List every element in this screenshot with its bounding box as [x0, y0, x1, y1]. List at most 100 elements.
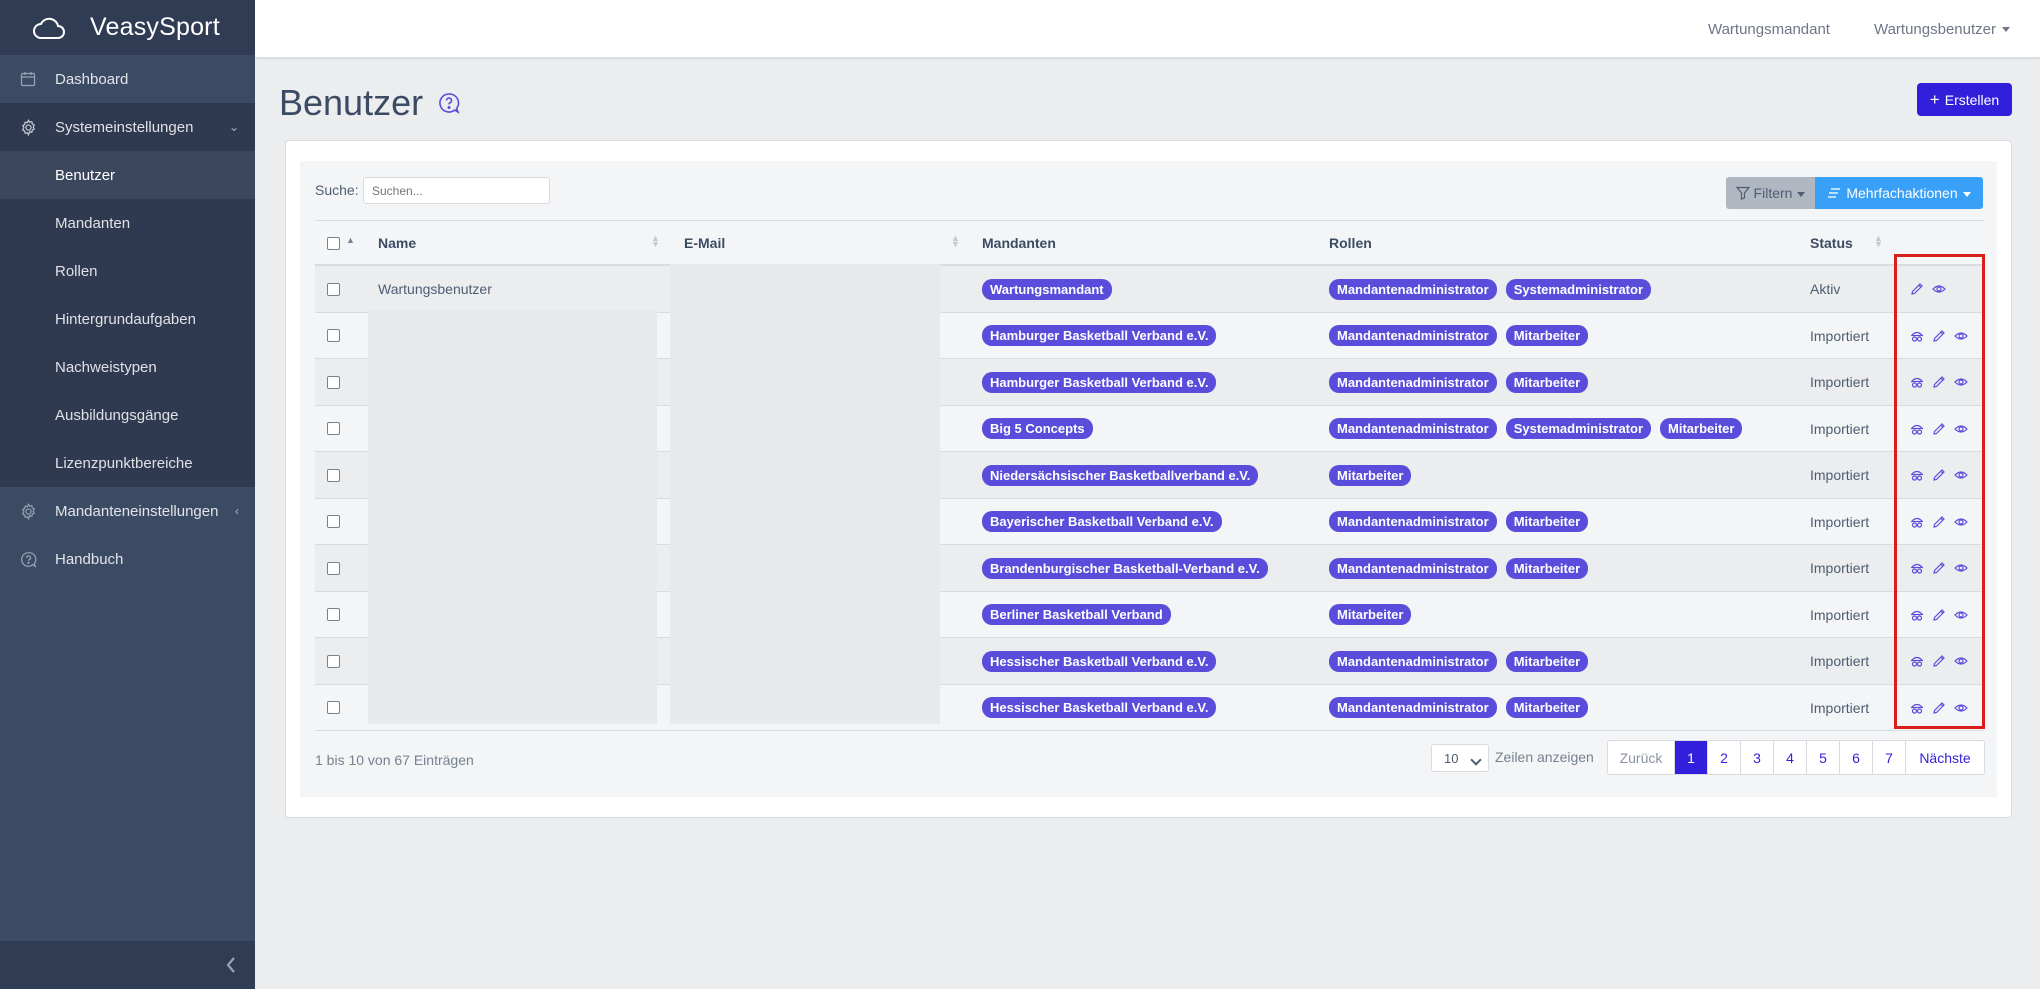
pencil-icon[interactable] [1910, 282, 1924, 296]
sidebar-item-mandanten[interactable]: Mandanten [0, 199, 255, 247]
sort-icon[interactable]: ▲ ▼ [1874, 234, 1883, 249]
cell-status: Importiert [1810, 653, 1870, 669]
help-icon[interactable] [437, 91, 461, 115]
row-checkbox[interactable] [327, 701, 340, 714]
row-checkbox[interactable] [327, 422, 340, 435]
help-icon [18, 549, 38, 569]
impersonate-icon[interactable] [1910, 561, 1924, 575]
pagination-page-7[interactable]: 7 [1873, 741, 1906, 774]
eye-icon[interactable] [1954, 515, 1968, 529]
filter-button[interactable]: Filtern [1726, 177, 1815, 209]
sidebar-item-nachweistypen[interactable]: Nachweistypen [0, 343, 255, 391]
page-title: Benutzer [279, 82, 461, 124]
pagination-page-5[interactable]: 5 [1807, 741, 1840, 774]
sidebar-item-handbuch[interactable]: Handbuch [0, 535, 255, 583]
cell-actions [1910, 452, 1968, 498]
impersonate-icon[interactable] [1910, 654, 1924, 668]
pencil-icon[interactable] [1932, 561, 1946, 575]
role-badge: Mitarbeiter [1505, 697, 1589, 718]
eye-icon[interactable] [1954, 329, 1968, 343]
role-badge: Mandantenadministrator [1329, 371, 1497, 393]
pencil-icon[interactable] [1932, 515, 1946, 529]
row-checkbox[interactable] [327, 561, 340, 575]
row-checkbox[interactable] [327, 329, 340, 342]
sidebar-item-mandanteneinstellungen[interactable]: Mandanteneinstellungen ‹ [0, 487, 255, 535]
role-badge: Mitarbeiter [1505, 557, 1589, 579]
rows-per-page-select[interactable]: 10 [1431, 744, 1489, 772]
eye-icon[interactable] [1954, 608, 1968, 622]
row-select-cell [327, 359, 340, 405]
eye-icon[interactable] [1932, 282, 1946, 296]
pagination-page-3[interactable]: 3 [1741, 741, 1774, 774]
eye-icon[interactable] [1954, 561, 1968, 575]
sort-asc-icon[interactable]: ▲ [346, 236, 355, 245]
cell-tenants: Hessischer Basketball Verband e.V. [982, 638, 1225, 684]
cell-roles: Mandantenadministrator Mitarbeiter [1329, 545, 1597, 591]
eye-icon[interactable] [1954, 701, 1968, 715]
sidebar-item-lizenzpunktbereiche[interactable]: Lizenzpunktbereiche [0, 439, 255, 487]
row-select-cell [327, 499, 340, 545]
impersonate-icon[interactable] [1910, 608, 1924, 622]
page-title-text: Benutzer [279, 82, 424, 123]
sidebar-minimizer[interactable] [0, 941, 255, 989]
row-checkbox[interactable] [327, 654, 340, 668]
eye-icon[interactable] [1954, 375, 1968, 389]
pagination-page-1[interactable]: 1 [1675, 741, 1708, 774]
impersonate-icon[interactable] [1910, 468, 1924, 482]
user-menu[interactable]: Wartungsbenutzer [1874, 21, 2010, 38]
row-checkbox[interactable] [327, 375, 340, 389]
sidebar-item-label: Dashboard [55, 70, 129, 88]
impersonate-icon[interactable] [1910, 515, 1924, 529]
cell-roles: Mitarbeiter [1329, 452, 1420, 498]
eye-icon[interactable] [1954, 422, 1968, 436]
sidebar-item-dashboard[interactable]: Dashboard [0, 55, 255, 103]
sidebar-item-ausbildungsgaenge[interactable]: Ausbildungsgänge [0, 391, 255, 439]
pencil-icon[interactable] [1932, 422, 1946, 436]
row-checkbox[interactable] [327, 515, 340, 528]
eye-icon[interactable] [1954, 468, 1968, 482]
brand[interactable]: VeasySport [0, 0, 255, 55]
chevron-left-icon: ‹ [235, 504, 239, 518]
row-checkbox[interactable] [327, 282, 340, 296]
sidebar-item-rollen[interactable]: Rollen [0, 247, 255, 295]
pagination-prev[interactable]: Zurück [1608, 741, 1675, 774]
sort-icon[interactable]: ▲ ▼ [951, 234, 960, 249]
pagination-next[interactable]: Nächste [1906, 741, 1984, 774]
table-row: Wartungsbenutzer Wartungsmandant Mandanten… [315, 266, 1984, 313]
tenant-switch[interactable]: Wartungsmandant [1708, 21, 1830, 38]
pagination-page-6[interactable]: 6 [1840, 741, 1873, 774]
sort-icon[interactable]: ▲ ▼ [651, 234, 660, 249]
pagination-page-4[interactable]: 4 [1774, 741, 1807, 774]
sidebar-item-systemeinstellungen[interactable]: Systemeinstellungen ⌄ [0, 103, 255, 151]
column-header-email[interactable]: E-Mail [684, 221, 725, 265]
pencil-icon[interactable] [1932, 608, 1946, 622]
cell-status: Importiert [1810, 467, 1870, 483]
pencil-icon[interactable] [1932, 329, 1946, 343]
impersonate-icon[interactable] [1910, 422, 1924, 436]
cell-roles: Mandantenadministrator Mitarbeiter [1329, 638, 1597, 684]
sidebar-item-hintergrundaufgaben[interactable]: Hintergrundaufgaben [0, 295, 255, 343]
sidebar-item-benutzer[interactable]: Benutzer [0, 151, 255, 199]
row-checkbox[interactable] [327, 608, 340, 621]
impersonate-icon[interactable] [1910, 375, 1924, 389]
bulk-actions-button[interactable]: Mehrfachaktionen [1815, 177, 1983, 209]
search-input[interactable] [363, 177, 550, 204]
bulk-actions-label: Mehrfachaktionen [1846, 185, 1970, 201]
row-select-cell [327, 685, 340, 731]
pencil-icon[interactable] [1932, 468, 1946, 482]
column-header-name[interactable]: Name [378, 221, 416, 265]
select-all-checkbox[interactable] [327, 236, 340, 250]
pencil-icon[interactable] [1932, 701, 1946, 715]
column-header-status[interactable]: Status [1810, 221, 1853, 265]
pagination-page-2[interactable]: 2 [1708, 741, 1741, 774]
impersonate-icon[interactable] [1910, 701, 1924, 715]
pencil-icon[interactable] [1932, 654, 1946, 668]
role-badge: Mandantenadministrator [1329, 650, 1497, 672]
impersonate-icon[interactable] [1910, 329, 1924, 343]
eye-icon[interactable] [1954, 654, 1968, 668]
row-checkbox[interactable] [327, 468, 340, 482]
create-button[interactable]: + Erstellen [1917, 83, 2012, 116]
create-button-label: Erstellen [1944, 91, 2000, 108]
pencil-icon[interactable] [1932, 375, 1946, 389]
role-badge: Mitarbeiter [1329, 604, 1412, 625]
